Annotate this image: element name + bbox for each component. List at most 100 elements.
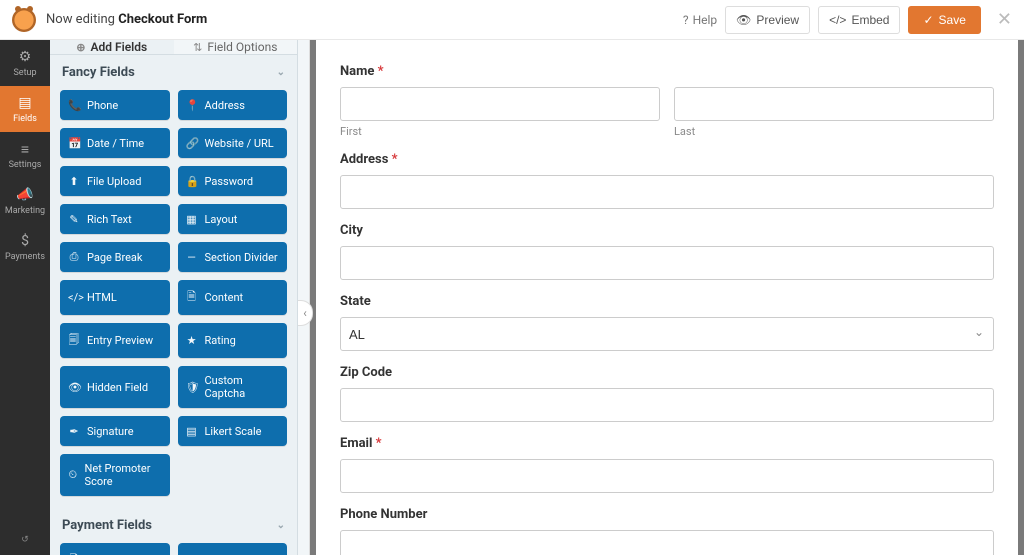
form-phone-row[interactable]: Phone Number	[340, 507, 994, 555]
code-icon: </>	[68, 291, 80, 304]
tab-add-fields-label: Add Fields	[91, 40, 148, 54]
city-label: City	[340, 223, 994, 238]
field-likert[interactable]: ▤ Likert Scale	[178, 416, 288, 446]
top-actions: ? Help 👁 Preview </> Embed ✓ Save ✕	[683, 6, 1012, 34]
field-divider[interactable]: —Section Divider	[178, 242, 288, 272]
lock-icon: 🔒	[186, 175, 198, 188]
save-label: Save	[939, 13, 966, 27]
field-single-item[interactable]: 🗎Single Item	[60, 543, 170, 555]
preview-button[interactable]: 👁 Preview	[725, 6, 810, 34]
eye-off-icon: 👁	[68, 381, 80, 394]
undo-button[interactable]: ↺	[21, 525, 29, 555]
field-captcha[interactable]: 🛡Custom Captcha	[178, 366, 288, 408]
field-phone[interactable]: 📞Phone	[60, 90, 170, 120]
state-select[interactable]: AL	[340, 317, 994, 351]
address-label-text: Address	[340, 152, 388, 167]
editing-name: Checkout Form	[118, 12, 207, 27]
form-name-row[interactable]: Name * First Last	[340, 64, 994, 138]
field-password[interactable]: 🔒Password	[178, 166, 288, 196]
city-input[interactable]	[340, 246, 994, 280]
save-button[interactable]: ✓ Save	[908, 6, 980, 34]
panel-collapse-handle[interactable]	[298, 40, 310, 555]
rail-setup[interactable]: ⚙ Setup	[0, 40, 50, 86]
form-city-row[interactable]: City	[340, 223, 994, 280]
field-richtext[interactable]: ✎Rich Text	[60, 204, 170, 234]
layout-icon: ▦	[186, 213, 198, 226]
form-address-row[interactable]: Address *	[340, 152, 994, 209]
fancy-fields-head[interactable]: Fancy Fields ⌄	[50, 55, 297, 86]
field-multiple-items[interactable]: ☰Multiple Items	[178, 543, 288, 555]
phone-label: Phone Number	[340, 507, 994, 522]
zip-input[interactable]	[340, 388, 994, 422]
shield-icon: 🛡	[186, 381, 198, 394]
field-html[interactable]: </> HTML	[60, 280, 170, 315]
check-icon: ✓	[923, 13, 933, 27]
link-icon: 🔗	[186, 137, 198, 150]
tab-add-fields[interactable]: ⊕ Add Fields	[50, 40, 174, 54]
rail-payments[interactable]: $ Payments	[0, 224, 50, 270]
field-nps[interactable]: ⏲Net Promoter Score	[60, 454, 170, 496]
form-preview: Name * First Last Address * City	[316, 40, 1018, 555]
field-pagebreak-label: Page Break	[87, 251, 142, 264]
field-pagebreak[interactable]: ⎙Page Break	[60, 242, 170, 272]
first-sublabel: First	[340, 125, 660, 138]
eye-icon: 👁	[736, 13, 751, 27]
name-label: Name *	[340, 64, 994, 79]
field-entrypreview[interactable]: 🗐Entry Preview	[60, 323, 170, 358]
name-label-text: Name	[340, 64, 374, 79]
last-sublabel: Last	[674, 125, 994, 138]
address-input[interactable]	[340, 175, 994, 209]
required-asterisk: *	[376, 436, 382, 451]
gauge-icon: ⏲	[68, 468, 78, 482]
list-icon: ▤	[0, 94, 50, 112]
form-zip-row[interactable]: Zip Code	[340, 365, 994, 422]
sliders-icon: ⇅	[193, 41, 202, 54]
field-datetime[interactable]: 📅Date / Time	[60, 128, 170, 158]
field-website[interactable]: 🔗Website / URL	[178, 128, 288, 158]
tab-field-options[interactable]: ⇅ Field Options	[174, 40, 298, 54]
sidebar-tabs: ⊕ Add Fields ⇅ Field Options	[50, 40, 297, 55]
field-hidden[interactable]: 👁Hidden Field	[60, 366, 170, 408]
dollar-icon: $	[0, 232, 50, 250]
field-content-label: Content	[205, 291, 244, 304]
rail-settings[interactable]: ≡ Settings	[0, 132, 50, 178]
address-label: Address *	[340, 152, 994, 167]
field-address-label: Address	[205, 99, 245, 112]
field-signature[interactable]: ✒Signature	[60, 416, 170, 446]
embed-label: Embed	[851, 13, 889, 27]
pen-icon: ✒	[68, 425, 80, 438]
embed-button[interactable]: </> Embed	[818, 6, 900, 34]
doc-icon: 🗎	[186, 288, 198, 307]
field-content[interactable]: 🗎 Content	[178, 280, 288, 315]
canvas: Name * First Last Address * City	[310, 40, 1024, 555]
first-name-input[interactable]	[340, 87, 660, 121]
help-link[interactable]: ? Help	[683, 13, 717, 27]
field-address[interactable]: 📍Address	[178, 90, 288, 120]
field-upload[interactable]: ⬆File Upload	[60, 166, 170, 196]
zip-label: Zip Code	[340, 365, 994, 380]
payment-fields-head[interactable]: Payment Fields ⌄	[50, 508, 297, 539]
rail-marketing-label: Marketing	[0, 206, 50, 216]
form-email-row[interactable]: Email *	[340, 436, 994, 493]
field-layout[interactable]: ▦Layout	[178, 204, 288, 234]
topbar: Now editing Checkout Form ? Help 👁 Previ…	[0, 0, 1024, 40]
required-asterisk: *	[392, 152, 398, 167]
phone-input[interactable]	[340, 530, 994, 555]
plus-circle-icon: ⊕	[76, 41, 85, 54]
field-html-label: HTML	[87, 291, 117, 304]
close-icon[interactable]: ✕	[997, 9, 1012, 30]
form-state-row[interactable]: State AL	[340, 294, 994, 351]
logo-icon	[12, 8, 36, 32]
rail-marketing[interactable]: 📣 Marketing	[0, 178, 50, 224]
gear-icon: ⚙	[0, 48, 50, 66]
rail-settings-label: Settings	[0, 160, 50, 170]
rail-fields[interactable]: ▤ Fields	[0, 86, 50, 132]
required-asterisk: *	[378, 64, 384, 79]
last-name-input[interactable]	[674, 87, 994, 121]
editing-prefix: Now editing	[46, 12, 118, 27]
field-likert-label: Likert Scale	[205, 425, 262, 438]
email-input[interactable]	[340, 459, 994, 493]
grid-icon: ▤	[186, 425, 198, 438]
field-rating[interactable]: ★Rating	[178, 323, 288, 358]
email-label-text: Email	[340, 436, 372, 451]
